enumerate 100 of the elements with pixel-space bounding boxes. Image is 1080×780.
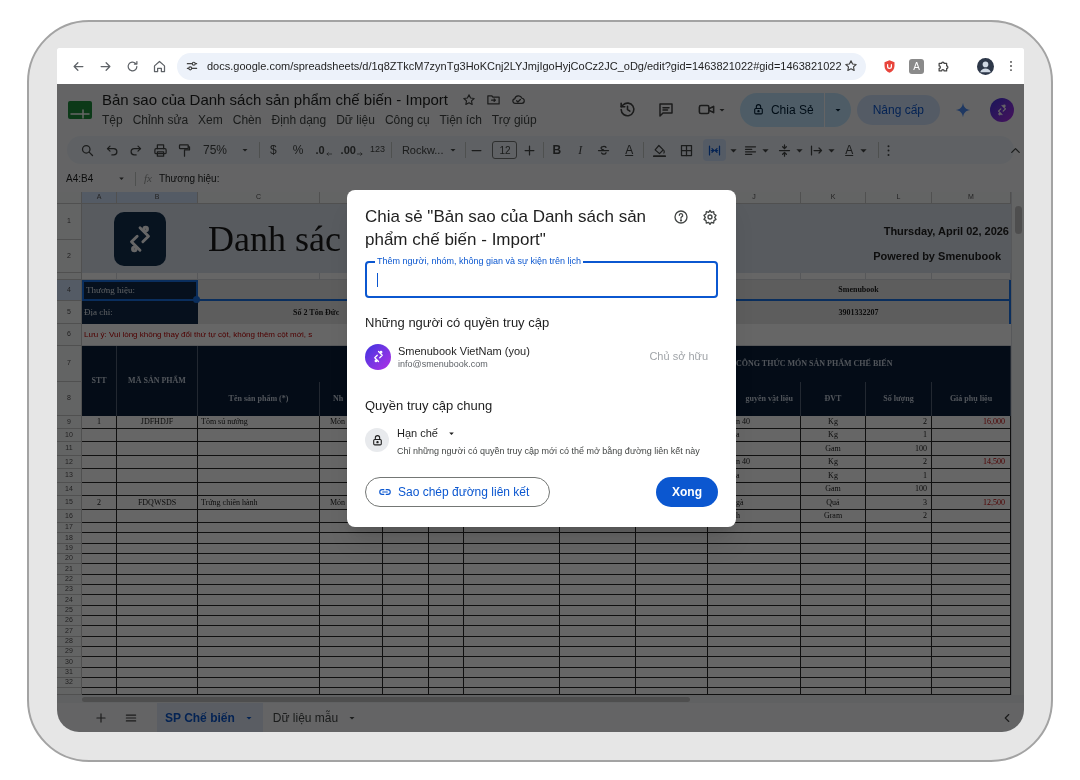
grid-cell[interactable] (429, 657, 464, 668)
grid-cell[interactable] (560, 678, 636, 688)
grid-cell[interactable] (82, 657, 117, 668)
grid-cell[interactable] (320, 575, 383, 585)
text-color-button[interactable]: A (625, 141, 634, 159)
grid-cell[interactable] (117, 523, 198, 533)
grid-cell[interactable] (320, 637, 383, 647)
grid-cell[interactable] (198, 668, 320, 678)
font-dropdown[interactable]: Rockw... (401, 141, 460, 159)
selection-handle[interactable] (193, 296, 200, 303)
move-folder-icon[interactable] (486, 92, 502, 107)
grid-cell[interactable] (429, 533, 464, 544)
grid-cell[interactable] (429, 647, 464, 657)
grid-cell[interactable] (383, 688, 429, 695)
grid-cell[interactable] (708, 616, 801, 626)
grid-cell[interactable] (560, 688, 636, 695)
grid-cell[interactable] (801, 657, 866, 668)
grid-cell[interactable] (801, 575, 866, 585)
grid-cell[interactable] (320, 595, 383, 606)
grid-cell[interactable] (708, 657, 801, 668)
grid-cell[interactable] (320, 544, 383, 554)
grid-cell[interactable] (708, 606, 801, 616)
merge-cells-button[interactable] (703, 139, 727, 161)
grid-cell[interactable] (636, 678, 708, 688)
grid-cell[interactable] (383, 637, 429, 647)
borders-icon[interactable] (679, 142, 695, 158)
grid-cell[interactable] (117, 456, 198, 469)
zoom-dropdown[interactable]: 75% (203, 141, 252, 159)
grid-cell[interactable] (636, 637, 708, 647)
grid-cell[interactable] (866, 606, 932, 616)
grid-cell[interactable] (464, 616, 560, 626)
grid-cell[interactable] (560, 616, 636, 626)
grid-cell[interactable] (320, 533, 383, 544)
grid-cell[interactable] (801, 606, 866, 616)
grid-cell[interactable] (560, 595, 636, 606)
grid-cell[interactable] (464, 688, 560, 695)
grid-cell[interactable] (932, 429, 1011, 442)
grid-cell[interactable] (198, 595, 320, 606)
grid-cell[interactable] (560, 668, 636, 678)
grid-cell[interactable] (117, 429, 198, 442)
profile-avatar-icon[interactable] (977, 57, 994, 75)
grid-cell[interactable] (117, 564, 198, 575)
grid-cell[interactable] (82, 544, 117, 554)
grid-cell[interactable] (464, 564, 560, 575)
grid-cell[interactable] (82, 469, 117, 483)
grid-cell[interactable] (801, 626, 866, 637)
grid-cell[interactable] (82, 554, 117, 564)
grid-cell[interactable] (383, 678, 429, 688)
grid-cell[interactable] (636, 647, 708, 657)
grid-cell[interactable] (708, 554, 801, 564)
grid-cell[interactable] (383, 657, 429, 668)
grid-cell[interactable] (198, 533, 320, 544)
grid-cell[interactable] (801, 637, 866, 647)
grid-cell[interactable] (117, 442, 198, 456)
grid-cell[interactable] (866, 678, 932, 688)
sheet-tab[interactable]: Dữ liệu mẫu (264, 703, 367, 732)
text-wrap-icon[interactable] (809, 142, 825, 158)
grid-cell[interactable] (932, 483, 1011, 496)
share-button[interactable]: Chia Sẻ (739, 92, 824, 127)
grid-cell[interactable] (932, 564, 1011, 575)
grid-cell[interactable] (560, 647, 636, 657)
grid-cell[interactable] (932, 647, 1011, 657)
grid-cell[interactable] (866, 595, 932, 606)
access-dropdown[interactable]: Hạn chế (397, 425, 457, 442)
grid-cell[interactable] (198, 688, 320, 695)
grid-cell[interactable] (866, 616, 932, 626)
grid-cell[interactable] (560, 637, 636, 647)
grid-cell[interactable] (932, 544, 1011, 554)
grid-cell[interactable] (866, 564, 932, 575)
grid-cell[interactable] (636, 668, 708, 678)
grid-cell[interactable] (383, 595, 429, 606)
grid-cell[interactable] (383, 647, 429, 657)
grid-cell[interactable] (464, 606, 560, 616)
grid-cell[interactable] (708, 544, 801, 554)
grid-cell[interactable] (82, 564, 117, 575)
grid-cell[interactable] (429, 668, 464, 678)
grid-cell[interactable] (866, 647, 932, 657)
grid-cell[interactable] (117, 554, 198, 564)
grid-cell[interactable] (320, 688, 383, 695)
grid-cell[interactable] (636, 626, 708, 637)
grid-cell[interactable] (320, 668, 383, 678)
menu-item[interactable]: Định dạng (271, 110, 327, 129)
grid-cell[interactable] (708, 668, 801, 678)
grid-cell[interactable] (866, 626, 932, 637)
grid-cell[interactable] (82, 668, 117, 678)
grid-cell[interactable] (932, 657, 1011, 668)
grid-cell[interactable] (932, 510, 1011, 523)
extension-button[interactable]: A (909, 58, 924, 74)
grid-cell[interactable] (932, 688, 1011, 695)
grid-cell[interactable] (117, 585, 198, 595)
grid-cell[interactable] (801, 554, 866, 564)
grid-cell[interactable] (429, 564, 464, 575)
grid-cell[interactable] (866, 657, 932, 668)
menu-item[interactable]: Tiện ích (439, 110, 482, 129)
grid-cell[interactable] (82, 678, 117, 688)
grid-cell[interactable] (801, 647, 866, 657)
grid-cell[interactable] (383, 554, 429, 564)
grid-cell[interactable] (82, 585, 117, 595)
grid-cell[interactable] (117, 595, 198, 606)
grid-cell[interactable] (801, 616, 866, 626)
